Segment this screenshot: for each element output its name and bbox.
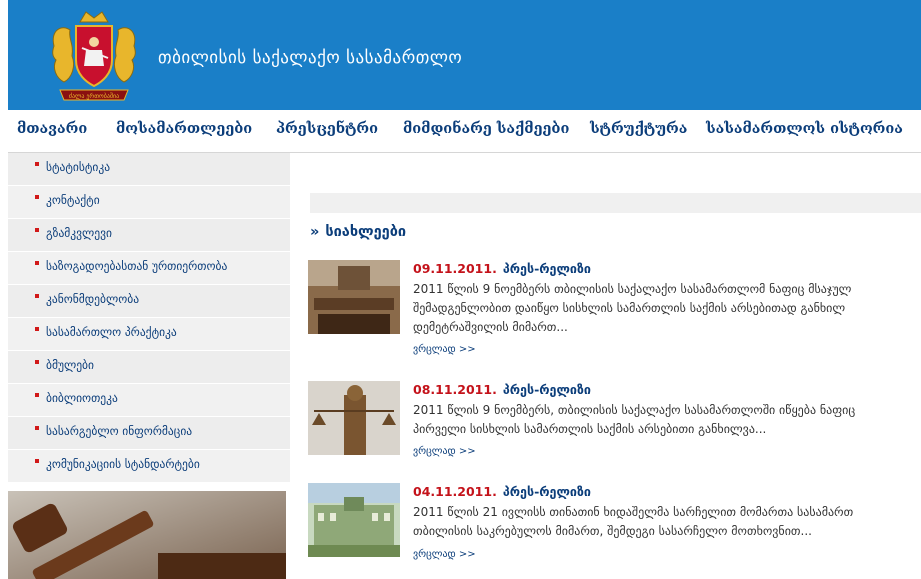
courtroom-thumbnail[interactable] (308, 260, 400, 334)
site-header: ძალა ერთობაშია თბილისის საქალაქო სასამარ… (8, 0, 921, 110)
sidebar-item-useful-info[interactable]: სასარგებლო ინფორმაცია (8, 417, 290, 450)
sidebar-item-label: ბიბლიოთეკა (46, 391, 118, 405)
nav-press-center[interactable]: პრესცენტრი (276, 120, 378, 137)
news-date[interactable]: 09.11.2011. პრეს-რელიზი (413, 261, 591, 276)
gavel-banner-image[interactable] (8, 491, 286, 579)
sidebar-item-label: კომუნიკაციის სტანდარტები (46, 457, 200, 471)
sidebar-item-label: კონტაქტი (46, 193, 100, 207)
sidebar-menu: სტატისტიკა კონტაქტი გზამკვლევი საზოგადოე… (8, 153, 290, 483)
sidebar-item-label: საზოგადოებასთან ურთიერთობა (46, 259, 228, 273)
crest-motto-text: ძალა ერთობაშია (69, 93, 119, 100)
sidebar-item-legislation[interactable]: კანონმდებლობა (8, 285, 290, 318)
city-hall-thumbnail[interactable] (308, 483, 400, 557)
news-date[interactable]: 04.11.2011. პრეს-რელიზი (413, 484, 591, 499)
bullet-icon (35, 294, 39, 298)
sidebar-item-library[interactable]: ბიბლიოთეკა (8, 384, 290, 417)
nav-structure[interactable]: სტრუქტურა (590, 120, 687, 137)
news-summary: 2011 წლის 9 ნოემბერს თბილისის საქალაქო ს… (413, 280, 921, 337)
bullet-icon (35, 261, 39, 265)
sidebar-item-public-relations[interactable]: საზოგადოებასთან ურთიერთობა (8, 252, 290, 285)
nav-current-cases[interactable]: მიმდინარე საქმეები (403, 120, 569, 137)
sidebar-item-links[interactable]: ბმულები (8, 351, 290, 384)
news-summary-line: შემადგენლობით დაიწყო სისხლის სამართლის ს… (413, 301, 846, 315)
news-date-text: 04.11.2011. (413, 484, 497, 499)
news-summary-line: დემეტრაშვილის მიმართ... (413, 320, 568, 334)
sidebar-item-label: ბმულები (46, 358, 94, 372)
sidebar-item-label: გზამკვლევი (46, 226, 112, 240)
news-date-text: 08.11.2011. (413, 382, 497, 397)
nav-home[interactable]: მთავარი (17, 120, 87, 137)
bullet-icon (35, 393, 39, 397)
read-more-link[interactable]: ვრცლად >> (413, 549, 476, 560)
sidebar-item-label: სასარგებლო ინფორმაცია (46, 424, 193, 438)
news-summary: 2011 წლის 9 ნოემბერს, თბილისის საქალაქო … (413, 401, 921, 439)
news-item: 09.11.2011. პრეს-რელიზი 2011 წლის 9 ნოემბ… (308, 260, 921, 360)
sidebar-item-court-practice[interactable]: სასამართლო პრაქტიკა (8, 318, 290, 351)
coat-of-arms-logo[interactable]: ძალა ერთობაშია (46, 8, 142, 106)
news-summary-line: პირველი სისხლის სამართლის საქმის არსებით… (413, 422, 767, 436)
news-summary: 2011 წლის 21 ივლისს თინათინ ხიდაშელმა სა… (413, 503, 921, 541)
read-more-link[interactable]: ვრცლად >> (413, 446, 476, 457)
main-navigation: მთავარი მოსამართლეები პრესცენტრი მიმდინა… (8, 110, 921, 153)
sidebar-item-statistics[interactable]: სტატისტიკა (8, 153, 290, 186)
site-title: თბილისის საქალაქო სასამართლო (158, 48, 463, 68)
news-heading-text: სიახლეები (325, 224, 407, 240)
content-top-bar (310, 193, 921, 213)
bullet-icon (35, 195, 39, 199)
sidebar-item-communication-standards[interactable]: კომუნიკაციის სტანდარტები (8, 450, 290, 483)
nav-judges[interactable]: მოსამართლეები (116, 120, 252, 137)
news-type: პრეს-რელიზი (502, 484, 591, 499)
sidebar-item-label: სტატისტიკა (46, 160, 111, 174)
news-summary-line: 2011 წლის 9 ნოემბერს, თბილისის საქალაქო … (413, 403, 856, 417)
chevron-right-icon: » (310, 224, 320, 240)
news-section-heading: » სიახლეები (310, 224, 406, 240)
sidebar-item-label: სასამართლო პრაქტიკა (46, 325, 177, 339)
justice-statue-thumbnail[interactable] (308, 381, 400, 455)
read-more-link[interactable]: ვრცლად >> (413, 344, 476, 355)
bullet-icon (35, 459, 39, 463)
bullet-icon (35, 162, 39, 166)
news-item: 08.11.2011. პრეს-რელიზი 2011 წლის 9 ნოემბ… (308, 381, 921, 461)
bullet-icon (35, 327, 39, 331)
nav-court-history[interactable]: სასამართლოს ისტორია (706, 120, 903, 137)
sidebar-item-guide[interactable]: გზამკვლევი (8, 219, 290, 252)
news-summary-line: 2011 წლის 21 ივლისს თინათინ ხიდაშელმა სა… (413, 505, 854, 519)
news-date-text: 09.11.2011. (413, 261, 497, 276)
news-type: პრეს-რელიზი (502, 382, 591, 397)
bullet-icon (35, 228, 39, 232)
bullet-icon (35, 360, 39, 364)
sidebar-item-label: კანონმდებლობა (46, 292, 140, 306)
news-summary-line: 2011 წლის 9 ნოემბერს თბილისის საქალაქო ს… (413, 282, 852, 296)
news-date[interactable]: 08.11.2011. პრეს-რელიზი (413, 382, 591, 397)
sidebar-item-contact[interactable]: კონტაქტი (8, 186, 290, 219)
news-type: პრეს-რელიზი (502, 261, 591, 276)
news-summary-line: თბილისის საკრებულოს მიმართ, შემდეგი სასა… (413, 524, 812, 538)
news-item: 04.11.2011. პრეს-რელიზი 2011 წლის 21 ივლი… (308, 483, 921, 579)
bullet-icon (35, 426, 39, 430)
